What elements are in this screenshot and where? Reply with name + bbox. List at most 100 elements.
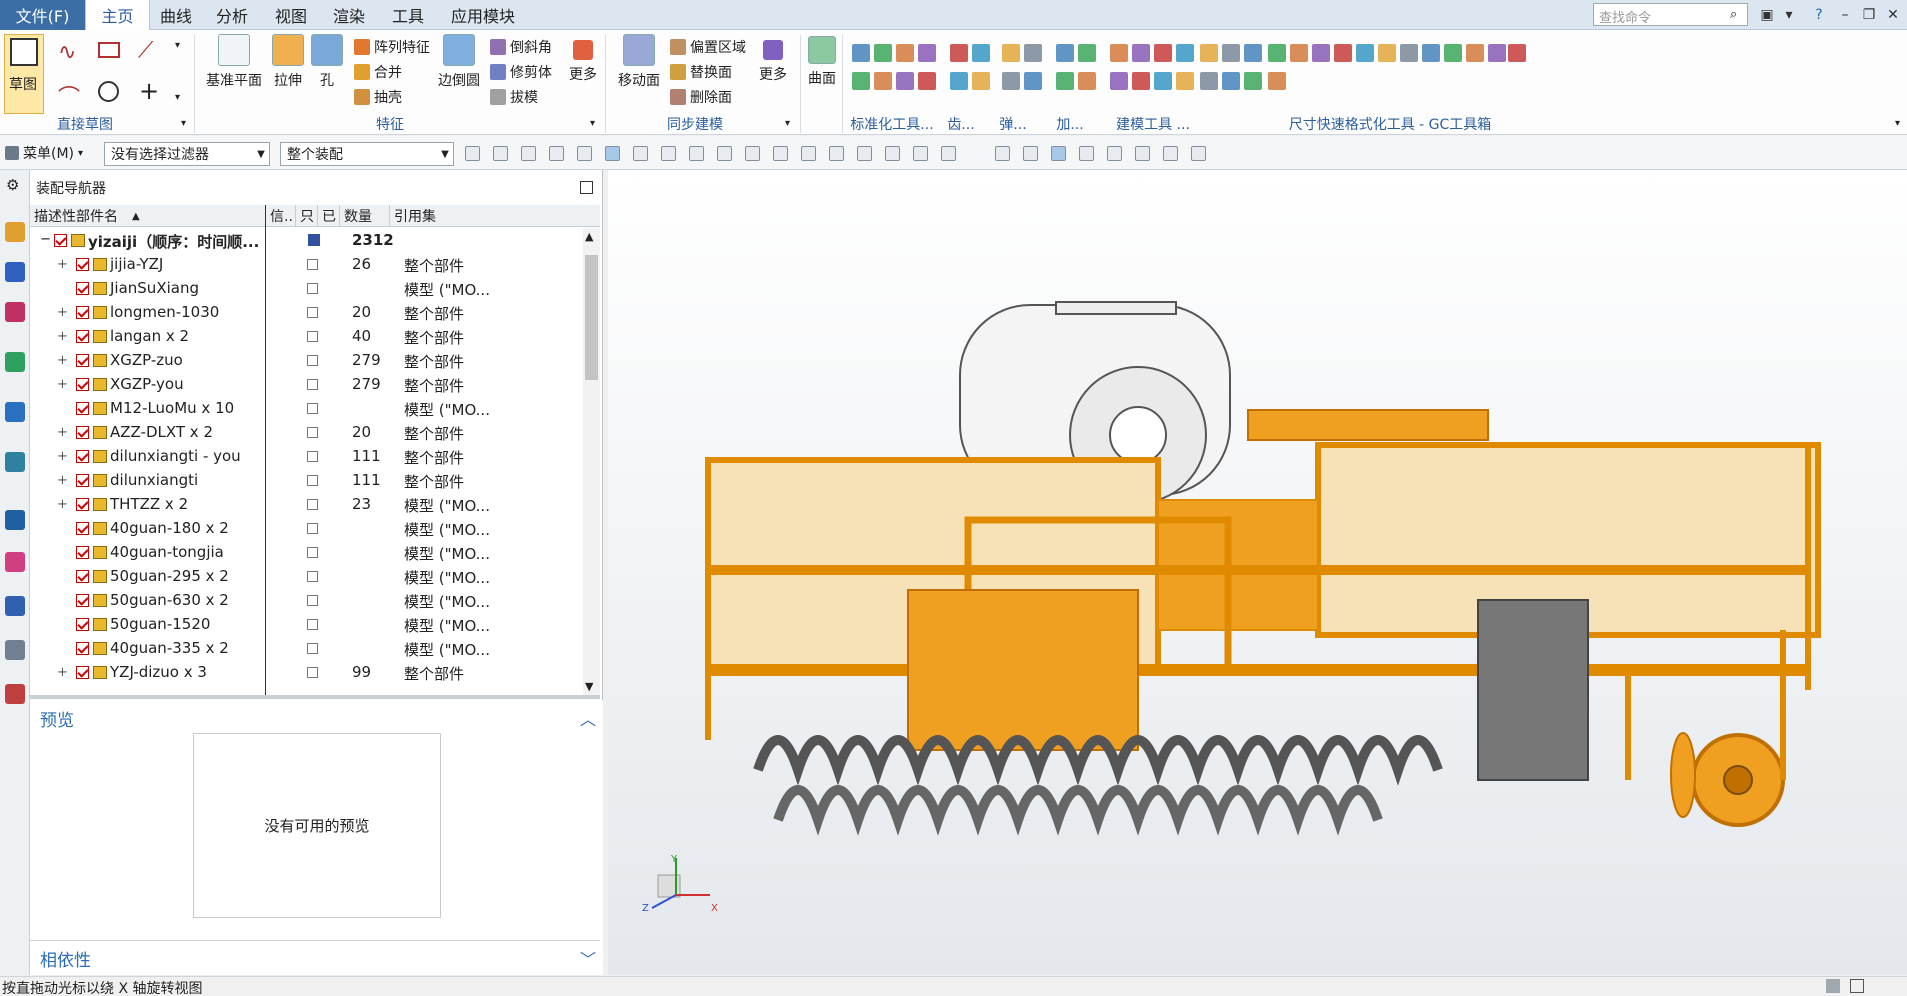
- column-header-info[interactable]: 信..: [266, 205, 296, 227]
- tool-icon[interactable]: [1312, 44, 1330, 62]
- tool-icon[interactable]: [972, 72, 990, 90]
- toolbar-icon[interactable]: [1163, 146, 1178, 161]
- checkbox-visible[interactable]: [76, 330, 89, 343]
- table-row-root[interactable]: − yizaiji（顺序：时间顺... 2312: [30, 229, 585, 253]
- checkbox-visible[interactable]: [76, 378, 89, 391]
- checkbox-readonly[interactable]: [307, 451, 318, 462]
- toolbar-icon[interactable]: [605, 146, 620, 161]
- close-icon[interactable]: ✕: [1882, 4, 1904, 26]
- table-row[interactable]: JianSuXiang 模型 ("MO...: [30, 277, 585, 301]
- minimize-icon[interactable]: –: [1834, 4, 1856, 26]
- expand-icon[interactable]: +: [57, 257, 69, 272]
- table-row[interactable]: + YZJ-dizuo x 3 99 整个部件: [30, 661, 585, 685]
- expand-icon[interactable]: +: [57, 473, 69, 488]
- group-feature-expand-icon[interactable]: ▾: [590, 118, 595, 129]
- group-sync-expand-icon[interactable]: ▾: [785, 118, 790, 129]
- tool-icon[interactable]: [918, 44, 936, 62]
- tool-icon[interactable]: [1024, 44, 1042, 62]
- tool-icon[interactable]: [896, 72, 914, 90]
- tool-icon[interactable]: [1078, 72, 1096, 90]
- toolbar-icon[interactable]: [1023, 146, 1038, 161]
- tool-icon[interactable]: [1244, 72, 1262, 90]
- expand-icon[interactable]: +: [57, 449, 69, 464]
- expand-icon[interactable]: +: [57, 665, 69, 680]
- resource-tab-icon[interactable]: [5, 352, 25, 372]
- checkbox-readonly[interactable]: [307, 379, 318, 390]
- tool-icon[interactable]: [918, 72, 936, 90]
- checkbox-readonly[interactable]: [307, 283, 318, 294]
- tool-icon[interactable]: [1110, 72, 1128, 90]
- tool-icon[interactable]: [1200, 72, 1218, 90]
- resource-tab-icon[interactable]: [5, 684, 25, 704]
- checkbox-readonly[interactable]: [307, 595, 318, 606]
- toolbar-icon[interactable]: [633, 146, 648, 161]
- preview-header[interactable]: 预览: [40, 706, 74, 731]
- toolbar-icon[interactable]: [1107, 146, 1122, 161]
- tool-icon[interactable]: [1422, 44, 1440, 62]
- toolbar-icon[interactable]: [689, 146, 704, 161]
- toolbar-icon[interactable]: [1191, 146, 1206, 161]
- toolbar-icon[interactable]: [801, 146, 816, 161]
- tool-icon[interactable]: [1110, 44, 1128, 62]
- resource-tab-icon[interactable]: [5, 452, 25, 472]
- checkbox-visible[interactable]: [76, 306, 89, 319]
- scroll-down-icon[interactable]: ▼: [585, 680, 593, 693]
- tool-icon[interactable]: [1378, 44, 1396, 62]
- selection-scope-select[interactable]: 整个装配 ▼: [280, 142, 454, 166]
- checkbox-readonly[interactable]: [307, 259, 318, 270]
- checkbox-visible[interactable]: [76, 258, 89, 271]
- checkbox-visible[interactable]: [54, 234, 67, 247]
- tool-icon[interactable]: [1024, 72, 1042, 90]
- file-menu-button[interactable]: 文件(F): [0, 0, 85, 30]
- toolbar-icon[interactable]: [829, 146, 844, 161]
- tool-icon[interactable]: [852, 72, 870, 90]
- resource-tab-icon[interactable]: [5, 402, 25, 422]
- tool-icon[interactable]: [1002, 72, 1020, 90]
- checkbox-readonly[interactable]: [307, 403, 318, 414]
- checkbox-readonly[interactable]: [307, 475, 318, 486]
- tool-icon[interactable]: [1200, 44, 1218, 62]
- table-row[interactable]: + jijia-YZJ 26 整个部件: [30, 253, 585, 277]
- tool-icon[interactable]: [874, 44, 892, 62]
- checkbox-readonly[interactable]: [307, 499, 318, 510]
- table-row[interactable]: 40guan-tongjia 模型 ("MO...: [30, 541, 585, 565]
- tool-icon[interactable]: [1132, 72, 1150, 90]
- tool-icon[interactable]: [1002, 44, 1020, 62]
- column-header-reference-set[interactable]: 引用集: [390, 205, 470, 227]
- column-header-readonly[interactable]: 只: [296, 205, 318, 227]
- tool-icon[interactable]: [950, 72, 968, 90]
- checkbox-readonly[interactable]: [307, 571, 318, 582]
- tool-icon[interactable]: [1508, 44, 1526, 62]
- main-menu-button[interactable]: 菜单(M) ▾: [5, 143, 83, 163]
- toolbar-icon[interactable]: [1135, 146, 1150, 161]
- expand-icon[interactable]: +: [57, 329, 69, 344]
- selection-filter-select[interactable]: 没有选择过滤器 ▼: [104, 142, 270, 166]
- scrollbar-thumb[interactable]: [585, 255, 598, 380]
- expand-icon[interactable]: +: [57, 305, 69, 320]
- dependency-header[interactable]: 相依性: [40, 946, 91, 971]
- tool-icon[interactable]: [1222, 44, 1240, 62]
- tool-icon[interactable]: [1154, 44, 1172, 62]
- toolbar-icon[interactable]: [773, 146, 788, 161]
- sketch-gallery-chevron-icon[interactable]: ▾: [175, 92, 180, 103]
- scroll-up-icon[interactable]: ▲: [585, 230, 593, 243]
- tool-icon[interactable]: [1154, 72, 1172, 90]
- window-icon[interactable]: ▣: [1756, 4, 1778, 26]
- checkbox-visible[interactable]: [76, 546, 89, 559]
- tool-icon[interactable]: [1334, 44, 1352, 62]
- checkbox-visible[interactable]: [76, 474, 89, 487]
- checkbox-visible[interactable]: [76, 570, 89, 583]
- column-header-name[interactable]: 描述性部件名 ▲: [30, 205, 266, 227]
- tool-icon[interactable]: [1444, 44, 1462, 62]
- table-row[interactable]: 40guan-335 x 2 模型 ("MO...: [30, 637, 585, 661]
- gear-icon[interactable]: ⚙: [6, 176, 19, 194]
- checkbox-visible[interactable]: [76, 642, 89, 655]
- checkbox-readonly[interactable]: [307, 619, 318, 630]
- collapse-icon[interactable]: −: [40, 232, 51, 247]
- toolbar-icon[interactable]: [1079, 146, 1094, 161]
- expand-icon[interactable]: +: [57, 353, 69, 368]
- tool-icon[interactable]: [1268, 72, 1286, 90]
- tool-icon[interactable]: [1176, 44, 1194, 62]
- checkbox-readonly[interactable]: [307, 427, 318, 438]
- command-search-input[interactable]: 查找命令: [1593, 3, 1748, 26]
